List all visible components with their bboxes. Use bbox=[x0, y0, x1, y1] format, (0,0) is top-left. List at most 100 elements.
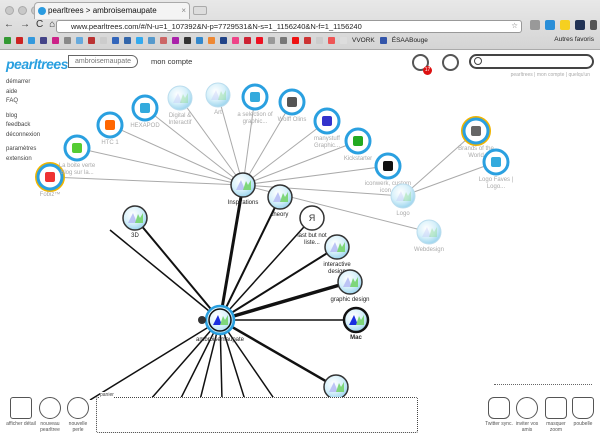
pearl-node-boite[interactable]: La boite verte Blog sur la... bbox=[59, 134, 96, 176]
account-link[interactable]: mon compte bbox=[151, 57, 192, 66]
trash-button[interactable]: poubelle bbox=[568, 397, 598, 427]
tool-label: nouvelle perle bbox=[68, 421, 88, 433]
node-label: La boite verte Blog sur la... bbox=[59, 163, 96, 176]
address-bar[interactable]: www.pearltrees.com/#/N-u=1_107392&N-p=77… bbox=[56, 20, 522, 33]
pearl-favicon-icon bbox=[491, 157, 501, 167]
pearl-favicon-icon bbox=[250, 92, 260, 102]
pearltree-icon bbox=[39, 397, 61, 419]
tool-label: afficher détail bbox=[6, 421, 36, 427]
graph-edge bbox=[109, 229, 221, 321]
ref-icon: Я bbox=[309, 213, 316, 223]
breadcrumb[interactable]: ambroisemaupate bbox=[68, 55, 138, 68]
extensions bbox=[530, 20, 597, 30]
header-sublinks[interactable]: pearltrees | mon compte | quelqu'un bbox=[511, 72, 590, 78]
browser-chrome: pearltrees > ambroisemaupate × ← → C ⌂ www.p… bbox=[0, 0, 600, 50]
other-bookmarks[interactable]: Autres favoris bbox=[554, 36, 594, 43]
search-icon bbox=[474, 57, 482, 65]
tool-label: nouveau pearltree bbox=[40, 421, 60, 433]
pearltrees-favicon bbox=[38, 7, 46, 15]
search-input[interactable] bbox=[469, 54, 594, 69]
pearl-node-sel[interactable]: a selection of graphic... bbox=[237, 83, 273, 125]
bookmark-esaabouge[interactable]: ÉSAABouge bbox=[392, 37, 428, 44]
node-label: ambroisemaupate bbox=[196, 337, 245, 343]
basket-dropzone[interactable]: panier bbox=[96, 392, 418, 433]
new-pearl-button[interactable]: nouvelle perle bbox=[63, 397, 93, 433]
new-tab-button[interactable] bbox=[193, 6, 207, 15]
bookmark-star-icon[interactable]: ☆ bbox=[511, 21, 518, 30]
pearl-node-theory[interactable]: theory bbox=[267, 184, 293, 218]
hide-zoom-button[interactable]: masquer zoom bbox=[541, 397, 571, 433]
pearl-favicon-icon bbox=[140, 103, 150, 113]
node-label: Wolff Olins bbox=[278, 117, 307, 123]
node-label: graphic design bbox=[330, 297, 369, 303]
node-label: Digital & Interactif bbox=[168, 113, 191, 126]
tool-label: Twitter sync. bbox=[485, 421, 513, 427]
zoom-slider[interactable] bbox=[494, 384, 592, 385]
pearl-node-wolff[interactable]: Wolff Olins bbox=[278, 88, 307, 123]
extension-icon[interactable] bbox=[545, 20, 555, 30]
graph-edge bbox=[242, 140, 359, 186]
pearl-icon bbox=[67, 397, 89, 419]
tab-title: pearltrees > ambroisemaupate bbox=[48, 6, 157, 15]
bookmark-vvork[interactable]: VVORK bbox=[352, 37, 375, 44]
wrench-icon[interactable] bbox=[590, 20, 597, 30]
node-label: theory bbox=[272, 212, 289, 218]
pearl-node-hexa[interactable]: HEXAPOD bbox=[130, 94, 160, 129]
pearl-node-inter[interactable]: interactive design bbox=[323, 234, 351, 275]
invite-friends-button[interactable]: inviter vos amis bbox=[512, 397, 542, 433]
node-label: Logo Faves | Logo... bbox=[479, 177, 514, 190]
bookmarks-bar: VVORK ÉSAABouge bbox=[4, 37, 428, 44]
pearl-favicon-icon bbox=[45, 172, 55, 182]
pearl-node-logo[interactable]: Logo bbox=[390, 183, 416, 217]
node-label: HEXAPOD bbox=[130, 123, 160, 129]
pearl-node-last[interactable]: Яlast but not liste... bbox=[297, 205, 327, 246]
node-label: last but not liste... bbox=[297, 233, 327, 246]
pearl-node-kick[interactable]: Kickstarter bbox=[344, 127, 372, 162]
node-label: manystuff Graphic... bbox=[314, 136, 340, 149]
back-icon[interactable]: ← bbox=[4, 19, 14, 30]
show-detail-button[interactable]: afficher détail bbox=[6, 397, 36, 427]
graph-edge bbox=[217, 94, 244, 186]
extension-icon[interactable] bbox=[575, 20, 585, 30]
extension-icon[interactable] bbox=[530, 20, 540, 30]
pearl-node-many[interactable]: manystuff Graphic... bbox=[313, 107, 341, 149]
pearl-node-3d[interactable]: 3D bbox=[122, 205, 148, 239]
new-pearltree-button[interactable]: nouveau pearltree bbox=[35, 397, 65, 433]
pearl-favicon-icon bbox=[471, 126, 481, 136]
zoom-icon bbox=[545, 397, 567, 419]
trash-icon bbox=[572, 397, 594, 419]
history-icon[interactable] bbox=[442, 54, 459, 71]
graph-edge bbox=[144, 107, 244, 186]
graph-edge bbox=[179, 97, 244, 186]
node-label: Logo bbox=[396, 211, 410, 217]
close-tab-icon[interactable]: × bbox=[181, 6, 186, 16]
pearl-node-htc[interactable]: HTC 1 bbox=[96, 111, 124, 146]
tool-label: inviter vos amis bbox=[515, 421, 539, 433]
notification-badge: 17 bbox=[423, 66, 432, 75]
pearl-favicon-icon bbox=[322, 116, 332, 126]
pearl-node-root[interactable]: ambroisemaupate bbox=[196, 304, 245, 343]
pearl-node-mac[interactable]: Mac bbox=[342, 306, 370, 341]
pearl-node-faves[interactable]: Logo Faves | Logo... bbox=[479, 148, 514, 190]
url-text: www.pearltrees.com/#/N-u=1_107392&N-p=77… bbox=[71, 22, 362, 31]
tool-label: masquer zoom bbox=[546, 421, 566, 433]
forward-icon[interactable]: → bbox=[20, 19, 30, 30]
node-handle[interactable] bbox=[198, 316, 206, 324]
friends-icon bbox=[516, 397, 538, 419]
pearl-favicon-icon bbox=[105, 120, 115, 130]
pearl-node-insp[interactable]: Inspirations bbox=[228, 172, 259, 206]
pearltrees-logo[interactable]: pearltrees bbox=[6, 56, 68, 72]
browser-tab[interactable]: pearltrees > ambroisemaupate × bbox=[34, 2, 190, 19]
reload-icon[interactable]: C bbox=[36, 19, 43, 30]
pearltree-graph[interactable]: ambroisemaupate Inspirations theory 3D Яlast… bbox=[0, 80, 600, 400]
node-label: Mac bbox=[350, 335, 362, 341]
pearl-node-web[interactable]: Webdesign bbox=[414, 219, 444, 253]
pearl-node-digital[interactable]: Digital & Interactif bbox=[167, 85, 193, 126]
node-label: Kickstarter bbox=[344, 156, 372, 162]
node-label: Inspirations bbox=[228, 200, 259, 206]
extension-icon[interactable] bbox=[560, 20, 570, 30]
home-icon[interactable]: ⌂ bbox=[49, 19, 55, 30]
node-label: HTC 1 bbox=[101, 140, 119, 146]
twitter-sync-button[interactable]: Twitter sync. bbox=[484, 397, 514, 427]
pearl-node-art[interactable]: Art bbox=[205, 82, 231, 116]
